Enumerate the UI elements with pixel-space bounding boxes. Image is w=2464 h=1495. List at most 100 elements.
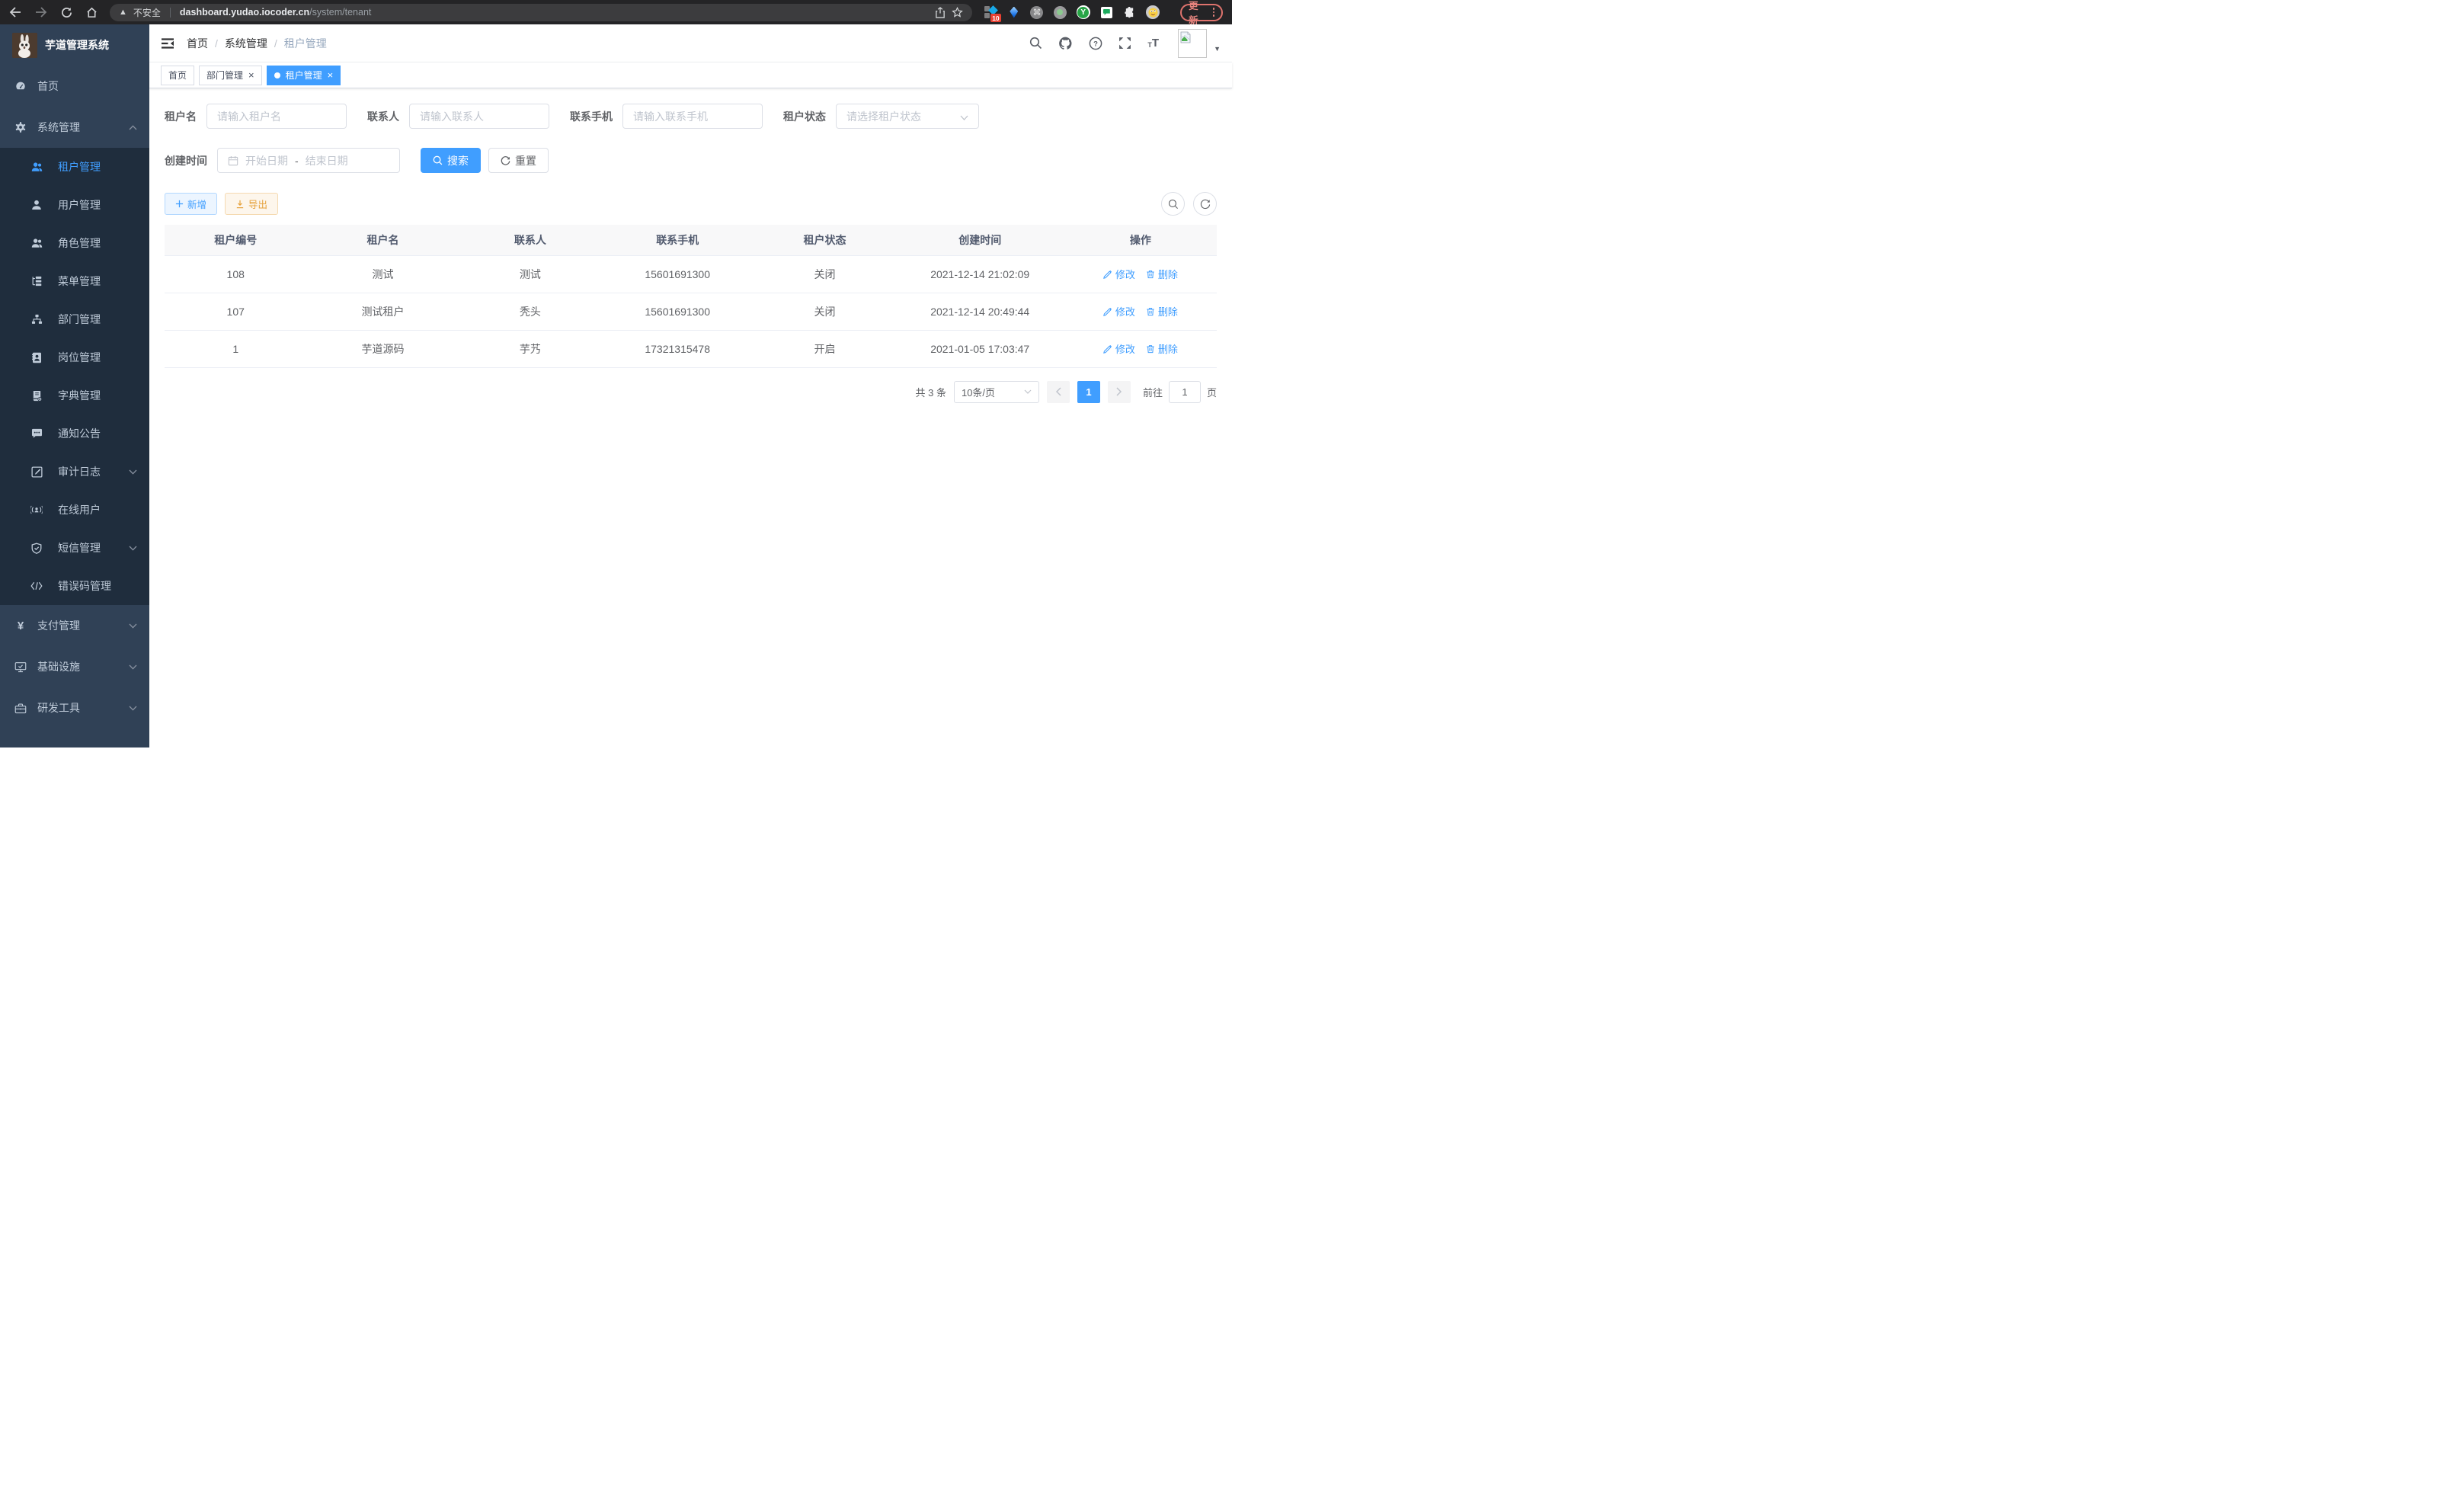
contact-input[interactable]	[409, 104, 549, 129]
date-range-picker[interactable]: 开始日期 - 结束日期	[217, 148, 400, 173]
tenant-table: 租户编号租户名联系人联系手机租户状态创建时间操作 108测试测试15601691…	[165, 225, 1217, 368]
tab[interactable]: 租户管理×	[267, 66, 341, 85]
browser-forward-icon[interactable]	[35, 7, 47, 18]
delete-button[interactable]: 删除	[1146, 341, 1178, 356]
share-icon[interactable]	[935, 7, 946, 18]
sidebar-item[interactable]: 字典管理	[0, 376, 149, 415]
extension-recorder-icon[interactable]	[1054, 5, 1067, 19]
export-button[interactable]: 导出	[225, 193, 278, 215]
tab-close-icon[interactable]: ×	[248, 70, 254, 80]
show-search-toggle-button[interactable]	[1161, 192, 1185, 216]
sidebar-item[interactable]: 用户管理	[0, 186, 149, 224]
extension-tampermonkey-icon[interactable]: 10	[984, 5, 997, 19]
extensions-puzzle-icon[interactable]	[1123, 5, 1136, 19]
status-select[interactable]: 请选择租户状态	[836, 104, 979, 129]
browser-back-icon[interactable]	[9, 7, 21, 18]
browser-chrome: ▲ 不安全 dashboard.yudao.iocoder.cn/system/…	[0, 0, 1232, 24]
sidebar-item[interactable]: 菜单管理	[0, 262, 149, 300]
page-size-select[interactable]: 10条/页	[954, 381, 1039, 403]
sidebar-item[interactable]: 错误码管理	[0, 567, 149, 605]
column-header: 联系人	[459, 225, 601, 255]
sidebar-item[interactable]: 部门管理	[0, 300, 149, 338]
address-bar[interactable]: ▲ 不安全 dashboard.yudao.iocoder.cn/system/…	[110, 4, 972, 21]
sidebar-item[interactable]: 角色管理	[0, 224, 149, 262]
extension-y-icon[interactable]: Y	[1077, 5, 1090, 19]
search-button[interactable]: 搜索	[421, 148, 481, 173]
table-row: 1芋道源码芋艿17321315478开启2021-01-05 17:03:47修…	[165, 330, 1217, 367]
user-icon	[30, 200, 43, 210]
table-row: 108测试测试15601691300关闭2021-12-14 21:02:09修…	[165, 255, 1217, 293]
browser-menu-dots-icon[interactable]	[1213, 8, 1215, 17]
sidebar-item[interactable]: 审计日志	[0, 453, 149, 491]
dashboard-icon	[14, 80, 27, 92]
delete-button[interactable]: 删除	[1146, 267, 1178, 281]
org-icon	[30, 314, 43, 325]
browser-update-button[interactable]: 更新	[1180, 4, 1223, 21]
sidebar-item[interactable]: 岗位管理	[0, 338, 149, 376]
badge-icon	[30, 352, 43, 363]
app-title: 芋道管理系统	[45, 37, 109, 53]
font-size-icon[interactable]: TT	[1147, 37, 1159, 49]
tenant-name-input[interactable]	[206, 104, 347, 129]
browser-reload-icon[interactable]	[61, 7, 72, 18]
chevron-up-icon	[129, 125, 137, 130]
edit-button[interactable]: 修改	[1103, 267, 1135, 281]
tree-icon	[30, 276, 43, 287]
gear-icon	[14, 121, 27, 133]
sidebar-item[interactable]: 在线用户	[0, 491, 149, 529]
tab-close-icon[interactable]: ×	[328, 70, 334, 80]
edit-button[interactable]: 修改	[1103, 304, 1135, 319]
filter-mobile: 联系手机	[570, 104, 763, 129]
goto-page-input[interactable]	[1169, 381, 1201, 403]
online-icon	[30, 504, 43, 515]
extension-command-icon[interactable]: ⌘	[1030, 5, 1043, 19]
calendar-icon	[228, 155, 238, 166]
page-number-button[interactable]: 1	[1077, 381, 1100, 403]
breadcrumb-system[interactable]: 系统管理	[225, 36, 267, 51]
pagination: 共 3 条 10条/页 1 前往 页	[165, 381, 1217, 403]
sidebar-item[interactable]: 短信管理	[0, 529, 149, 567]
extension-kite-icon[interactable]	[1007, 5, 1020, 19]
column-header: 租户编号	[165, 225, 306, 255]
next-page-button[interactable]	[1108, 381, 1131, 403]
refresh-table-button[interactable]	[1193, 192, 1217, 216]
chevron-down-icon	[960, 110, 968, 123]
delete-button[interactable]: 删除	[1146, 304, 1178, 319]
bookmark-star-icon[interactable]	[952, 7, 963, 18]
profile-avatar-icon[interactable]	[1146, 5, 1160, 19]
tab[interactable]: 首页	[161, 66, 194, 85]
help-icon[interactable]: ?	[1089, 37, 1102, 50]
sidebar-item[interactable]: 租户管理	[0, 148, 149, 186]
sidebar-item[interactable]: 系统管理	[0, 107, 149, 148]
breadcrumb-home[interactable]: 首页	[187, 36, 208, 51]
sidebar-item[interactable]: 研发工具	[0, 687, 149, 728]
prev-page-button[interactable]	[1047, 381, 1070, 403]
app-logo-row[interactable]: 芋道管理系统	[0, 24, 149, 66]
chevron-down-icon	[129, 706, 137, 711]
url-text: dashboard.yudao.iocoder.cn/system/tenant	[180, 7, 371, 18]
svg-text:¥: ¥	[18, 619, 24, 632]
extension-chat-icon[interactable]	[1100, 5, 1113, 19]
tab[interactable]: 部门管理×	[199, 66, 262, 85]
sidebar-collapse-icon[interactable]	[161, 37, 174, 50]
browser-home-icon[interactable]	[86, 7, 98, 18]
column-header: 联系手机	[601, 225, 754, 255]
github-icon[interactable]	[1058, 37, 1073, 50]
chevron-down-icon	[129, 664, 137, 670]
tab-bar: 首页部门管理× 租户管理×	[149, 62, 1232, 88]
sidebar-item[interactable]: ¥支付管理	[0, 605, 149, 646]
add-button[interactable]: 新增	[165, 193, 217, 215]
reset-button[interactable]: 重置	[488, 148, 549, 173]
edit-button[interactable]: 修改	[1103, 341, 1135, 356]
sidebar-item[interactable]: 基础设施	[0, 646, 149, 687]
sidebar-item[interactable]: 首页	[0, 66, 149, 107]
fullscreen-icon[interactable]	[1118, 37, 1131, 50]
code-icon	[30, 581, 43, 591]
avatar-broken-image	[1178, 29, 1207, 58]
mobile-input[interactable]	[622, 104, 763, 129]
extension-badge: 10	[990, 14, 1001, 22]
sidebar-item[interactable]: 通知公告	[0, 415, 149, 453]
shield-icon	[30, 543, 43, 554]
user-avatar-menu[interactable]: ▼	[1178, 29, 1221, 58]
header-search-icon[interactable]	[1029, 37, 1042, 50]
